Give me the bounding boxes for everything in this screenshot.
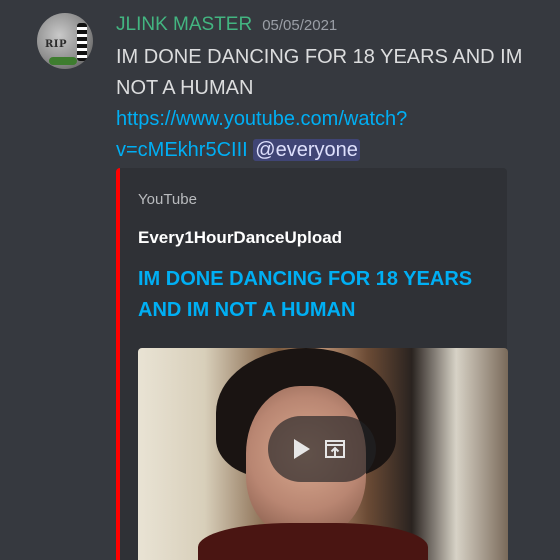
open-external-icon[interactable]: [324, 437, 348, 461]
message-text: IM DONE DANCING FOR 18 YEARS AND IM NOT …: [116, 46, 523, 99]
chat-message: RIP JLINK MASTER 05/05/2021 IM DONE DANCI…: [0, 0, 560, 560]
link-embed: YouTube Every1HourDanceUpload IM DONE DA…: [116, 168, 508, 560]
avatar-bush-decoration: [49, 57, 77, 65]
message-timestamp: 05/05/2021: [262, 17, 338, 34]
embed-title[interactable]: IM DONE DANCING FOR 18 YEARS AND IM NOT …: [138, 264, 498, 326]
play-icon[interactable]: [294, 439, 310, 459]
video-thumbnail[interactable]: [138, 348, 508, 560]
avatar-stripe-decoration: [77, 23, 87, 61]
everyone-mention[interactable]: @everyone: [253, 139, 360, 161]
username[interactable]: JLINK MASTER: [116, 14, 252, 35]
user-avatar[interactable]: RIP: [37, 13, 93, 69]
embed-author[interactable]: Every1HourDanceUpload: [138, 228, 342, 248]
embed-provider: YouTube: [138, 191, 197, 208]
avatar-text: RIP: [45, 39, 68, 50]
message-header: JLINK MASTER 05/05/2021: [116, 14, 337, 36]
message-content: IM DONE DANCING FOR 18 YEARS AND IM NOT …: [116, 42, 536, 166]
thumbnail-shirt: [198, 523, 428, 560]
video-controls: [268, 416, 376, 482]
